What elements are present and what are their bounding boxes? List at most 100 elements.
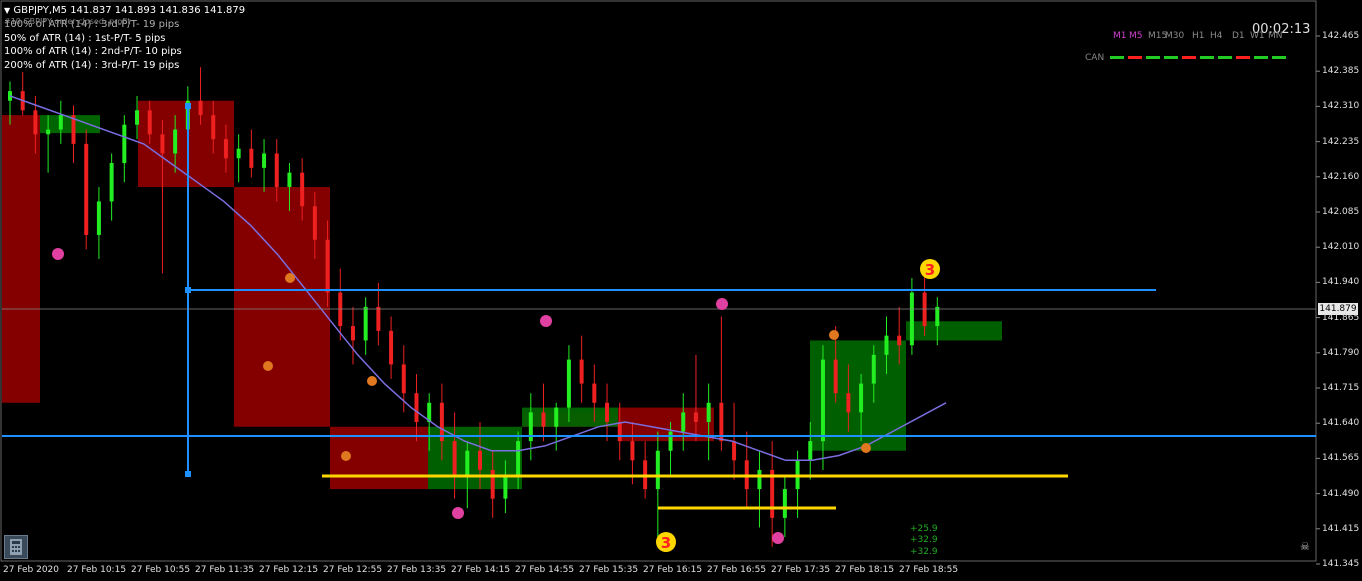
- tf-m30[interactable]: M30: [1165, 31, 1184, 41]
- alert-dot-icon: [861, 443, 871, 453]
- price-tick: 142.010: [1322, 242, 1360, 253]
- price-tick: 141.865: [1322, 312, 1360, 323]
- candle-body: [554, 407, 559, 427]
- candle-body: [909, 292, 914, 346]
- price-tick: 142.085: [1322, 207, 1360, 217]
- can-dash: [1110, 56, 1124, 59]
- measure-handle: [185, 471, 191, 477]
- price-tick: 141.415: [1322, 523, 1360, 534]
- tf-w1[interactable]: W1: [1250, 31, 1265, 41]
- candle-body: [350, 326, 355, 341]
- candle-body: [211, 115, 216, 140]
- candle-body: [376, 306, 381, 331]
- can-dash: [1218, 56, 1232, 59]
- symbol-ohlc-text: GBPJPY,M5 141.837 141.893 141.836 141.87…: [13, 5, 246, 16]
- profit-label-3: +32.9: [910, 547, 938, 557]
- can-dash: [1164, 56, 1178, 59]
- measure-handle: [185, 287, 191, 293]
- tf-m5[interactable]: M5: [1129, 31, 1143, 41]
- skull-icon[interactable]: ☠: [1300, 540, 1310, 553]
- candle-body: [820, 359, 825, 442]
- time-tick: 27 Feb 18:55: [899, 565, 959, 575]
- candle-body: [617, 421, 622, 442]
- candle-body: [312, 206, 317, 240]
- time-tick: 27 Feb 11:35: [195, 565, 255, 575]
- tf-mn[interactable]: MN: [1268, 31, 1283, 41]
- candle-body: [668, 431, 673, 451]
- candle-body: [414, 393, 419, 422]
- candle-body: [236, 148, 241, 159]
- price-tick: 142.160: [1322, 171, 1360, 182]
- candle-body: [935, 306, 940, 327]
- atr-line-4: 200% of ATR (14) : 3rd-P/T- 19 pips: [4, 60, 180, 71]
- candle-body: [592, 383, 597, 403]
- candle-body: [173, 129, 178, 154]
- time-tick: 27 Feb 14:15: [451, 565, 511, 575]
- wave-label-bottom: 3: [661, 534, 671, 552]
- alert-dot-icon: [341, 451, 351, 461]
- alert-dot-icon: [367, 376, 377, 386]
- candle-body: [160, 134, 165, 154]
- sell-signal-icon: [540, 315, 552, 327]
- candle-body: [846, 393, 851, 413]
- candle-body: [223, 139, 228, 159]
- time-tick: 27 Feb 16:15: [643, 565, 703, 575]
- candle-body: [274, 153, 279, 188]
- calculator-icon[interactable]: [4, 535, 28, 559]
- candle-body: [655, 450, 660, 490]
- candle-body: [693, 412, 698, 422]
- candle-body: [249, 148, 254, 168]
- tf-h4[interactable]: H4: [1210, 31, 1223, 41]
- candle-body: [605, 402, 610, 422]
- candle-body: [630, 441, 635, 461]
- price-tick: 142.235: [1322, 136, 1360, 147]
- candle-body: [109, 163, 114, 202]
- candle-body: [579, 359, 584, 384]
- candle-body: [884, 335, 889, 355]
- time-tick: 27 Feb 18:15: [835, 565, 895, 575]
- price-tick: 141.640: [1322, 418, 1360, 429]
- chart-window[interactable]: 33 ▼ GBPJPY,M5 141.837 141.893 141.836 1…: [0, 0, 1362, 581]
- tf-m1[interactable]: M1: [1113, 31, 1127, 41]
- time-tick: 27 Feb 12:15: [259, 565, 319, 575]
- profit-label-2: +32.9: [910, 535, 938, 545]
- candle-body: [782, 489, 787, 518]
- measure-handle: [185, 103, 191, 109]
- candle-body: [33, 110, 38, 135]
- candle-body: [363, 306, 368, 341]
- time-tick: 27 Feb 2020: [3, 565, 60, 575]
- price-tick: 141.565: [1322, 453, 1360, 464]
- can-dash: [1146, 56, 1160, 59]
- zone-box: [906, 321, 1002, 341]
- can-dash: [1128, 56, 1142, 59]
- alert-dot-icon: [263, 361, 273, 371]
- time-tick: 27 Feb 10:15: [67, 565, 127, 575]
- candle-body: [503, 474, 508, 499]
- candle-body: [732, 441, 737, 461]
- candle-body: [566, 359, 571, 408]
- price-tick: 141.715: [1322, 383, 1360, 393]
- can-dash: [1272, 56, 1286, 59]
- price-tick: 142.310: [1322, 101, 1360, 112]
- sell-signal-icon: [716, 298, 728, 310]
- tf-h1[interactable]: H1: [1192, 31, 1205, 41]
- time-tick: 27 Feb 12:55: [323, 565, 383, 575]
- candle-body: [325, 239, 330, 293]
- wave-label-top: 3: [925, 261, 935, 279]
- candle-body: [198, 100, 203, 116]
- zone-box: [2, 115, 40, 403]
- price-chart[interactable]: 33: [0, 0, 1362, 581]
- candle-body: [897, 335, 902, 346]
- price-tick: 142.465: [1322, 31, 1360, 41]
- candle-body: [300, 172, 305, 207]
- candle-body: [706, 402, 711, 422]
- zone-box: [522, 407, 618, 427]
- price-tick: 141.490: [1322, 488, 1360, 499]
- price-tick: 141.940: [1322, 277, 1360, 288]
- candle-body: [516, 441, 521, 475]
- price-tick: 141.345: [1322, 559, 1360, 569]
- triangle-down-icon[interactable]: ▼: [4, 6, 10, 15]
- order-closed-text: #10 GBPJPY order closed: profit: [4, 17, 131, 26]
- tf-d1[interactable]: D1: [1232, 31, 1245, 41]
- candle-body: [84, 143, 89, 235]
